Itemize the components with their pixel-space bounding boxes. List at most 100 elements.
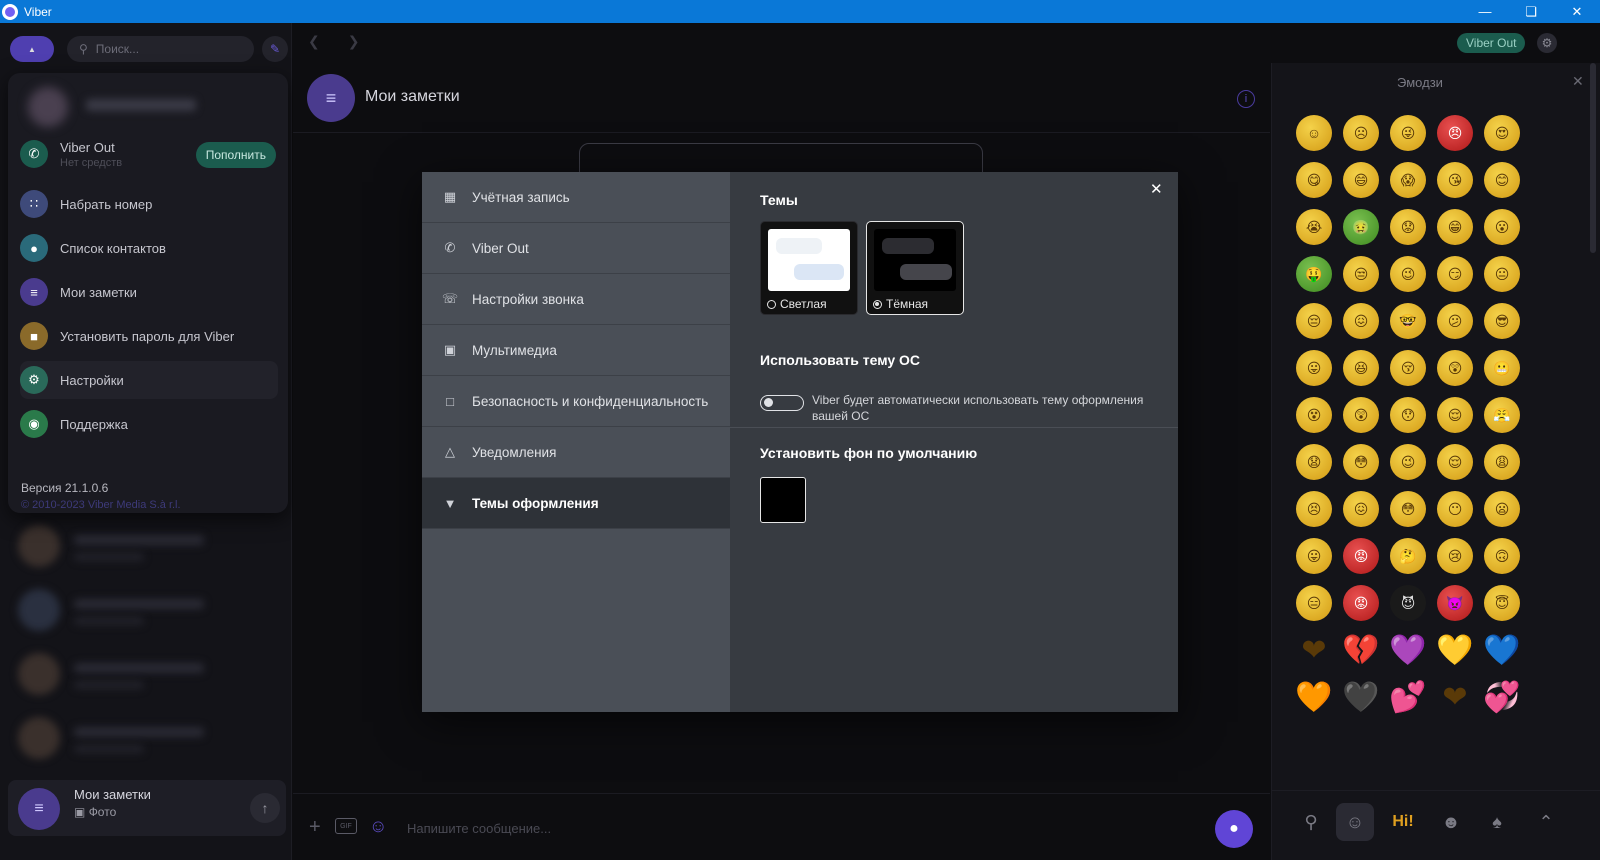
emoji-icon[interactable]: 😭 [1296, 209, 1332, 245]
emoji-icon[interactable]: 💞 [1483, 679, 1520, 715]
emoji-icon[interactable]: 👿 [1437, 585, 1473, 621]
emoji-icon[interactable]: 😮 [1484, 209, 1520, 245]
settings-nav-privacy[interactable]: □ Безопасность и конфиденциальность [422, 376, 730, 427]
chat-row[interactable] [0, 705, 292, 769]
emoji-icon[interactable]: 😢 [1437, 538, 1473, 574]
emoji-icon[interactable]: 🤓 [1390, 303, 1426, 339]
emoji-icon[interactable]: 😚 [1390, 350, 1426, 386]
emoji-icon[interactable]: 😡 [1343, 585, 1379, 621]
menu-item-password[interactable]: ■ Установить пароль для Viber [20, 317, 278, 355]
emoji-icon[interactable]: 😁 [1437, 209, 1473, 245]
emoji-icon[interactable]: 😡 [1343, 538, 1379, 574]
settings-nav-account[interactable]: ▦ Учётная запись [422, 172, 730, 223]
os-theme-toggle[interactable] [760, 395, 804, 411]
emoji-icon[interactable]: 😲 [1437, 350, 1473, 386]
smiley-tab-icon[interactable]: ☺ [1336, 803, 1374, 841]
gif-icon[interactable]: GIF [335, 818, 357, 834]
topup-button[interactable]: Пополнить [195, 142, 276, 168]
emoji-icon[interactable]: ☹ [1343, 115, 1379, 151]
emoji-icon[interactable]: 😱 [1390, 162, 1426, 198]
chat-row[interactable] [0, 513, 292, 577]
menu-toggle-button[interactable]: ▲ [10, 36, 54, 62]
emoji-icon[interactable]: 😤 [1484, 397, 1520, 433]
emoji-icon[interactable]: 😒 [1343, 256, 1379, 292]
settings-nav-media[interactable]: ▣ Мультимедиа [422, 325, 730, 376]
sticker-pack-tab-icon[interactable]: ♠ [1478, 803, 1516, 841]
emoji-icon[interactable]: 🙃 [1484, 538, 1520, 574]
emoji-icon[interactable]: 😜 [1390, 115, 1426, 151]
emoji-icon[interactable]: 🤔 [1390, 538, 1426, 574]
emoji-icon[interactable]: 💜 [1389, 632, 1426, 668]
emoji-icon[interactable]: 😳 [1343, 444, 1379, 480]
profile-row[interactable] [22, 85, 272, 131]
viber-out-button[interactable]: Viber Out [1457, 33, 1526, 53]
back-arrow-icon[interactable]: ❮ [308, 33, 320, 50]
emoji-icon[interactable]: ❤ [1296, 632, 1332, 668]
emoji-icon[interactable]: 😟 [1390, 209, 1426, 245]
emoji-icon[interactable]: 😛 [1296, 538, 1332, 574]
emoji-icon[interactable]: 😔 [1296, 303, 1332, 339]
default-background-swatch[interactable] [760, 477, 806, 523]
close-window-button[interactable]: ✕ [1554, 0, 1600, 23]
close-icon[interactable]: ✕ [1572, 73, 1584, 90]
emoji-icon[interactable]: ❤ [1437, 679, 1473, 715]
chat-header-title[interactable]: Мои заметки [365, 88, 460, 106]
emoji-icon[interactable]: ☺ [1296, 115, 1332, 151]
emoji-icon[interactable]: 😣 [1296, 491, 1332, 527]
emoji-icon[interactable]: 😊 [1484, 162, 1520, 198]
emoji-icon[interactable]: 😌 [1437, 397, 1473, 433]
gear-icon[interactable]: ⚙ [1537, 33, 1557, 53]
emoji-icon[interactable]: 🤢 [1343, 209, 1379, 245]
emoji-icon[interactable]: 😕 [1437, 303, 1473, 339]
restore-button[interactable]: ❏ [1508, 0, 1554, 23]
copyright-link[interactable]: © 2010-2023 Viber Media S.à r.l. [21, 499, 181, 511]
sticker-icon[interactable]: ☺ [369, 816, 387, 837]
chevron-up-icon[interactable]: ⌃ [1527, 803, 1565, 841]
emoji-icon[interactable]: 😉 [1390, 256, 1426, 292]
new-chat-button[interactable]: ✎ [262, 36, 288, 62]
menu-item-contacts[interactable]: ● Список контактов [20, 229, 278, 267]
emoji-icon[interactable]: 😉 [1390, 444, 1426, 480]
scrollbar[interactable] [1590, 63, 1596, 253]
emoji-icon[interactable]: 😌 [1437, 444, 1473, 480]
hi-sticker-tab-icon[interactable]: Hi! [1384, 803, 1422, 841]
emoji-icon[interactable]: 🤑 [1296, 256, 1332, 292]
emoji-icon[interactable]: 😖 [1343, 303, 1379, 339]
theme-dark-option[interactable]: Тёмная [866, 221, 964, 315]
menu-item-notes[interactable]: ≡ Мои заметки [20, 273, 278, 311]
emoji-icon[interactable]: 😆 [1343, 350, 1379, 386]
message-input[interactable]: Напишите сообщение... [407, 821, 551, 836]
emoji-icon[interactable]: 💙 [1483, 632, 1520, 668]
plus-icon[interactable]: + [309, 816, 321, 839]
info-icon[interactable]: i [1237, 90, 1255, 108]
emoji-icon[interactable]: 🖤 [1342, 679, 1379, 715]
theme-light-option[interactable]: Светлая [760, 221, 858, 315]
emoji-icon[interactable]: 😦 [1484, 491, 1520, 527]
emoji-icon[interactable]: 😄 [1343, 162, 1379, 198]
emoji-icon[interactable]: 💕 [1389, 679, 1426, 715]
minimize-button[interactable]: — [1462, 0, 1508, 23]
emoji-icon[interactable]: 😇 [1484, 585, 1520, 621]
chat-row[interactable] [0, 577, 292, 641]
emoji-icon[interactable]: 😬 [1484, 350, 1520, 386]
chat-row-my-notes[interactable]: ≡ Мои заметки ▣ Фото [8, 780, 286, 836]
settings-nav-themes[interactable]: ▼ Темы оформления [422, 478, 730, 529]
emoji-icon[interactable]: 😐 [1484, 256, 1520, 292]
sticker-pack-tab-icon[interactable]: ☻ [1432, 803, 1470, 841]
menu-item-settings[interactable]: ⚙ Настройки [20, 361, 278, 399]
emoji-icon[interactable]: 😵 [1296, 397, 1332, 433]
emoji-icon[interactable]: 😳 [1390, 491, 1426, 527]
emoji-icon[interactable]: 😎 [1484, 303, 1520, 339]
emoji-icon[interactable]: 😈 [1390, 585, 1426, 621]
scroll-up-button[interactable]: ↑ [250, 793, 280, 823]
microphone-button[interactable]: ● [1215, 810, 1253, 848]
emoji-icon[interactable]: 🧡 [1295, 679, 1332, 715]
emoji-icon[interactable]: 😖 [1343, 491, 1379, 527]
settings-nav-calls[interactable]: ☏ Настройки звонка [422, 274, 730, 325]
menu-item-dial[interactable]: ∷ Набрать номер [20, 185, 278, 223]
emoji-icon[interactable]: 😠 [1437, 115, 1473, 151]
emoji-icon[interactable]: 😶 [1437, 491, 1473, 527]
emoji-icon[interactable]: 💛 [1436, 632, 1473, 668]
search-input[interactable]: ⚲ Поиск... [67, 36, 254, 62]
emoji-icon[interactable]: 😋 [1296, 162, 1332, 198]
